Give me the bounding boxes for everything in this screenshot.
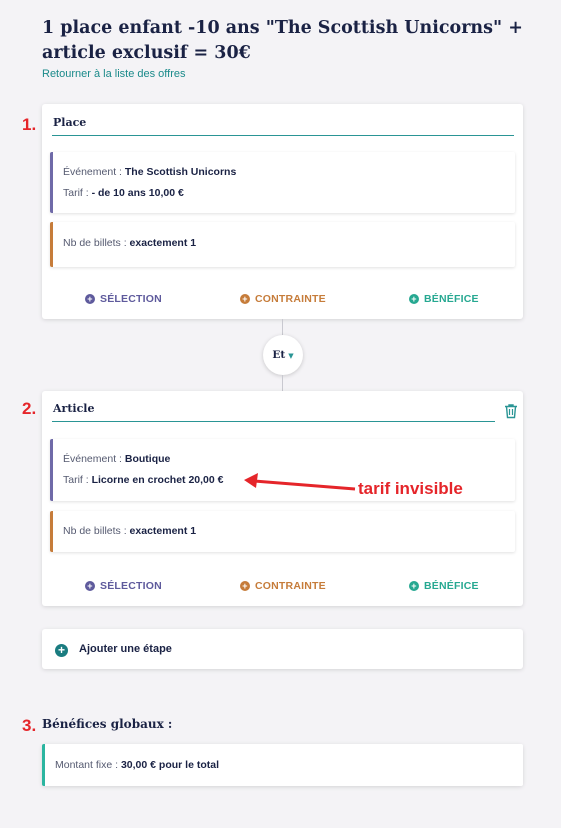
arrow-left-icon — [244, 473, 356, 491]
tarif-value: - de 10 ans 10,00 € — [91, 187, 184, 199]
constraint-block[interactable]: Nb de billets : exactement 1 — [50, 511, 515, 552]
add-selection-button[interactable]: + SÉLECTION — [85, 293, 162, 305]
page-title: 1 place enfant -10 ans "The Scottish Uni… — [42, 18, 523, 63]
step-actions: + SÉLECTION + CONTRAINTE + BÉNÉFICE — [42, 580, 523, 594]
add-constraint-label: CONTRAINTE — [255, 293, 326, 305]
add-selection-button[interactable]: + SÉLECTION — [85, 580, 162, 592]
add-selection-label: SÉLECTION — [100, 580, 162, 592]
tarif-label: Tarif : — [63, 187, 92, 199]
connector-line — [282, 375, 283, 391]
step-title-field[interactable]: Place — [52, 116, 514, 136]
plus-circle-icon: + — [409, 294, 419, 304]
add-benefit-label: BÉNÉFICE — [424, 580, 479, 592]
tickets-value: exactement 1 — [129, 237, 197, 249]
add-step-button[interactable]: + Ajouter une étape — [42, 629, 523, 669]
event-label: Événement : — [63, 166, 125, 178]
fixed-amount-value: 30,00 € pour le total — [120, 759, 219, 771]
tickets-value: exactement 1 — [129, 525, 197, 537]
event-row: Événement : Boutique — [63, 453, 170, 465]
step-card-place: Place Événement : The Scottish Unicorns … — [42, 104, 523, 319]
benefit-block[interactable]: Montant fixe : 30,00 € pour le total — [42, 744, 523, 786]
event-label: Événement : — [63, 453, 125, 465]
step-number-1: 1. — [22, 115, 37, 134]
tarif-row: Tarif : - de 10 ans 10,00 € — [63, 187, 184, 199]
event-value: The Scottish Unicorns — [124, 166, 237, 178]
step-title: Place — [53, 116, 87, 129]
back-to-offers-link[interactable]: Retourner à la liste des offres — [42, 68, 185, 80]
tickets-label: Nb de billets : — [63, 525, 130, 537]
global-benefits-card: Montant fixe : 30,00 € pour le total — [42, 744, 523, 786]
add-step-label: Ajouter une étape — [79, 643, 172, 655]
constraint-block[interactable]: Nb de billets : exactement 1 — [50, 222, 515, 267]
step-number-2: 2. — [22, 399, 37, 418]
plus-circle-icon: + — [409, 581, 419, 591]
fixed-amount-label: Montant fixe : — [55, 759, 121, 771]
event-row: Événement : The Scottish Unicorns — [63, 166, 236, 178]
add-benefit-button[interactable]: + BÉNÉFICE — [409, 580, 479, 592]
trash-icon[interactable] — [504, 403, 518, 419]
tarif-label: Tarif : — [63, 474, 92, 486]
step-number-3: 3. — [22, 716, 37, 735]
selection-block[interactable]: Événement : The Scottish Unicorns Tarif … — [50, 152, 515, 213]
connector-line — [282, 319, 283, 335]
plus-circle-icon: + — [240, 294, 250, 304]
fixed-amount-row: Montant fixe : 30,00 € pour le total — [55, 759, 219, 771]
step-title: Article — [53, 402, 95, 415]
connector-label: Et — [272, 349, 286, 361]
plus-circle-icon: + — [85, 581, 95, 591]
tickets-row: Nb de billets : exactement 1 — [63, 525, 196, 537]
step-title-field[interactable]: Article — [52, 402, 495, 422]
add-constraint-button[interactable]: + CONTRAINTE — [240, 580, 326, 592]
add-selection-label: SÉLECTION — [100, 293, 162, 305]
tarif-row: Tarif : Licorne en crochet 20,00 € — [63, 474, 224, 486]
plus-circle-icon: + — [55, 644, 68, 657]
chevron-down-icon: ▼ — [288, 350, 294, 360]
tarif-value: Licorne en crochet 20,00 € — [91, 474, 224, 486]
event-value: Boutique — [124, 453, 171, 465]
plus-circle-icon: + — [240, 581, 250, 591]
add-constraint-button[interactable]: + CONTRAINTE — [240, 293, 326, 305]
add-benefit-button[interactable]: + BÉNÉFICE — [409, 293, 479, 305]
step-actions: + SÉLECTION + CONTRAINTE + BÉNÉFICE — [42, 293, 523, 307]
plus-circle-icon: + — [85, 294, 95, 304]
tickets-label: Nb de billets : — [63, 237, 130, 249]
add-benefit-label: BÉNÉFICE — [424, 293, 479, 305]
annotation-label: tarif invisible — [358, 479, 463, 498]
add-constraint-label: CONTRAINTE — [255, 580, 326, 592]
global-benefits-title: Bénéfices globaux : — [42, 717, 173, 731]
connector-operator-button[interactable]: Et ▼ — [263, 335, 303, 375]
tickets-row: Nb de billets : exactement 1 — [63, 237, 196, 249]
